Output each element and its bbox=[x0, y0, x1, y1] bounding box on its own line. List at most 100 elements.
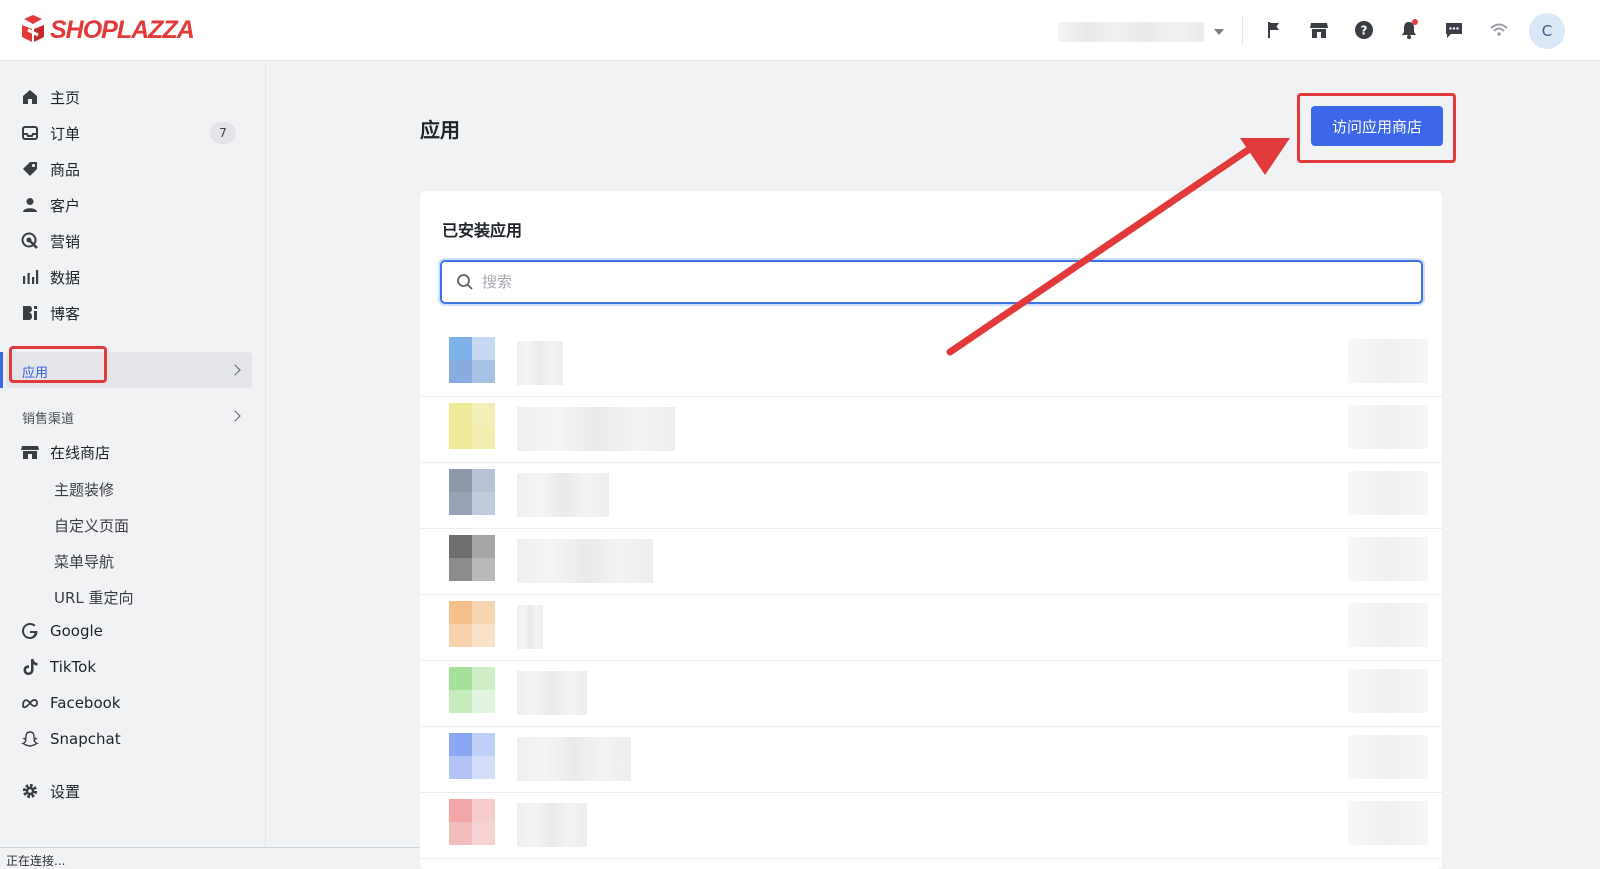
chevron-right-icon[interactable] bbox=[229, 410, 241, 422]
app-name-blurred bbox=[517, 803, 587, 847]
app-icon bbox=[449, 799, 495, 845]
tiktok-icon bbox=[20, 657, 40, 677]
orders-count-badge: 7 bbox=[210, 122, 236, 144]
app-icon bbox=[449, 733, 495, 779]
notification-dot bbox=[1412, 19, 1418, 25]
app-icon bbox=[449, 469, 495, 515]
bell-icon[interactable] bbox=[1397, 18, 1421, 42]
installed-apps-card: 已安装应用 bbox=[420, 191, 1442, 869]
tag-icon bbox=[20, 159, 40, 179]
user-icon bbox=[20, 195, 40, 215]
sidebar-item-label: 客户 bbox=[50, 196, 81, 215]
sidebar-item-label: 设置 bbox=[50, 782, 81, 801]
search-box[interactable] bbox=[440, 260, 1423, 304]
app-list-item[interactable] bbox=[420, 331, 1442, 397]
app-list-item[interactable] bbox=[420, 661, 1442, 727]
app-name-blurred bbox=[517, 473, 609, 517]
app-name-blurred bbox=[517, 539, 653, 583]
sidebar-item-label: 营销 bbox=[50, 232, 81, 251]
sidebar-item-label: 在线商店 bbox=[50, 443, 111, 462]
store-selector[interactable] bbox=[1058, 22, 1228, 42]
sidebar-item-label: 主页 bbox=[50, 88, 81, 107]
target-icon bbox=[20, 231, 40, 251]
sidebar-item-products[interactable]: 商品 bbox=[20, 154, 248, 184]
app-list-item[interactable] bbox=[420, 793, 1442, 859]
app-name-blurred bbox=[517, 737, 631, 781]
app-name-blurred bbox=[517, 671, 587, 715]
svg-text:?: ? bbox=[1361, 24, 1368, 38]
app-action-blurred bbox=[1348, 669, 1428, 713]
sidebar-item-customers[interactable]: 客户 bbox=[20, 190, 248, 220]
meta-icon bbox=[20, 693, 40, 713]
search-icon bbox=[456, 273, 474, 291]
app-icon bbox=[449, 535, 495, 581]
app-icon bbox=[449, 667, 495, 713]
gear-icon bbox=[20, 781, 40, 801]
sidebar-item-label: 订单 bbox=[50, 124, 81, 143]
sidebar-item-tiktok[interactable]: TikTok bbox=[20, 652, 248, 682]
search-input[interactable] bbox=[482, 273, 1382, 291]
sidebar: 主页 订单 7 商品 客户 营销 数据 博客 应用 销售渠道 在线商店 主题装修… bbox=[0, 61, 266, 869]
app-list-item[interactable] bbox=[420, 463, 1442, 529]
sidebar-subitem-theme[interactable]: 主题装修 bbox=[54, 479, 114, 500]
sidebar-item-orders[interactable]: 订单 7 bbox=[20, 118, 248, 148]
app-icon bbox=[449, 601, 495, 647]
app-list-item[interactable] bbox=[420, 529, 1442, 595]
app-action-blurred bbox=[1348, 471, 1428, 515]
sidebar-item-blog[interactable]: 博客 bbox=[20, 298, 248, 328]
card-title: 已安装应用 bbox=[442, 221, 523, 240]
sidebar-item-label: Google bbox=[50, 622, 103, 640]
sidebar-item-label: Facebook bbox=[50, 694, 121, 712]
blog-icon bbox=[20, 303, 40, 323]
sidebar-item-settings[interactable]: 设置 bbox=[20, 776, 248, 806]
home-icon bbox=[20, 87, 40, 107]
active-indicator bbox=[0, 352, 3, 388]
highlight-box-visit-button bbox=[1297, 93, 1456, 163]
help-icon[interactable]: ? bbox=[1352, 18, 1376, 42]
store-name-blurred bbox=[1058, 22, 1204, 42]
sidebar-item-home[interactable]: 主页 bbox=[20, 82, 248, 112]
store-icon[interactable] bbox=[1307, 18, 1331, 42]
sidebar-item-facebook[interactable]: Facebook bbox=[20, 688, 248, 718]
app-icon bbox=[449, 403, 495, 449]
inbox-icon bbox=[20, 123, 40, 143]
logo-mark-icon bbox=[20, 15, 46, 45]
snapchat-icon bbox=[20, 729, 40, 749]
shoplazza-logo[interactable]: SHOPLAZZA bbox=[20, 14, 195, 46]
app-list-item[interactable] bbox=[420, 727, 1442, 793]
toolbar-divider bbox=[1242, 16, 1243, 44]
sidebar-item-label: TikTok bbox=[50, 658, 97, 676]
sidebar-subitem-menu-navigation[interactable]: 菜单导航 bbox=[54, 551, 114, 572]
wifi-icon[interactable] bbox=[1487, 18, 1511, 42]
app-list-item[interactable] bbox=[420, 595, 1442, 661]
sidebar-item-analytics[interactable]: 数据 bbox=[20, 262, 248, 292]
avatar[interactable]: C bbox=[1529, 13, 1565, 49]
brand-name: SHOPLAZZA bbox=[50, 15, 195, 44]
flag-icon[interactable] bbox=[1262, 18, 1286, 42]
app-name-blurred bbox=[517, 341, 563, 385]
app-action-blurred bbox=[1348, 339, 1428, 383]
sidebar-subitem-custom-pages[interactable]: 自定义页面 bbox=[54, 515, 129, 536]
app-icon bbox=[449, 337, 495, 383]
app-list-item[interactable] bbox=[420, 397, 1442, 463]
sidebar-item-snapchat[interactable]: Snapchat bbox=[20, 724, 248, 754]
app-action-blurred bbox=[1348, 537, 1428, 581]
app-action-blurred bbox=[1348, 801, 1428, 845]
chat-icon[interactable] bbox=[1442, 18, 1466, 42]
sidebar-item-marketing[interactable]: 营销 bbox=[20, 226, 248, 256]
sales-channels-label: 销售渠道 bbox=[22, 412, 75, 427]
sidebar-item-google[interactable]: Google bbox=[20, 616, 248, 646]
sidebar-item-label: 数据 bbox=[50, 268, 81, 287]
top-bar: SHOPLAZZA ? C bbox=[0, 0, 1600, 61]
google-icon bbox=[20, 621, 40, 641]
sidebar-subitem-url-redirect[interactable]: URL 重定向 bbox=[54, 587, 134, 608]
app-action-blurred bbox=[1348, 735, 1428, 779]
app-action-blurred bbox=[1348, 405, 1428, 449]
chevron-down-icon bbox=[1214, 29, 1224, 35]
sidebar-item-label: 博客 bbox=[50, 304, 81, 323]
sidebar-item-online-store[interactable]: 在线商店 bbox=[20, 437, 248, 467]
app-name-blurred bbox=[517, 605, 543, 649]
bar-chart-icon bbox=[20, 267, 40, 287]
sidebar-item-label: 商品 bbox=[50, 160, 81, 179]
app-action-blurred bbox=[1348, 603, 1428, 647]
